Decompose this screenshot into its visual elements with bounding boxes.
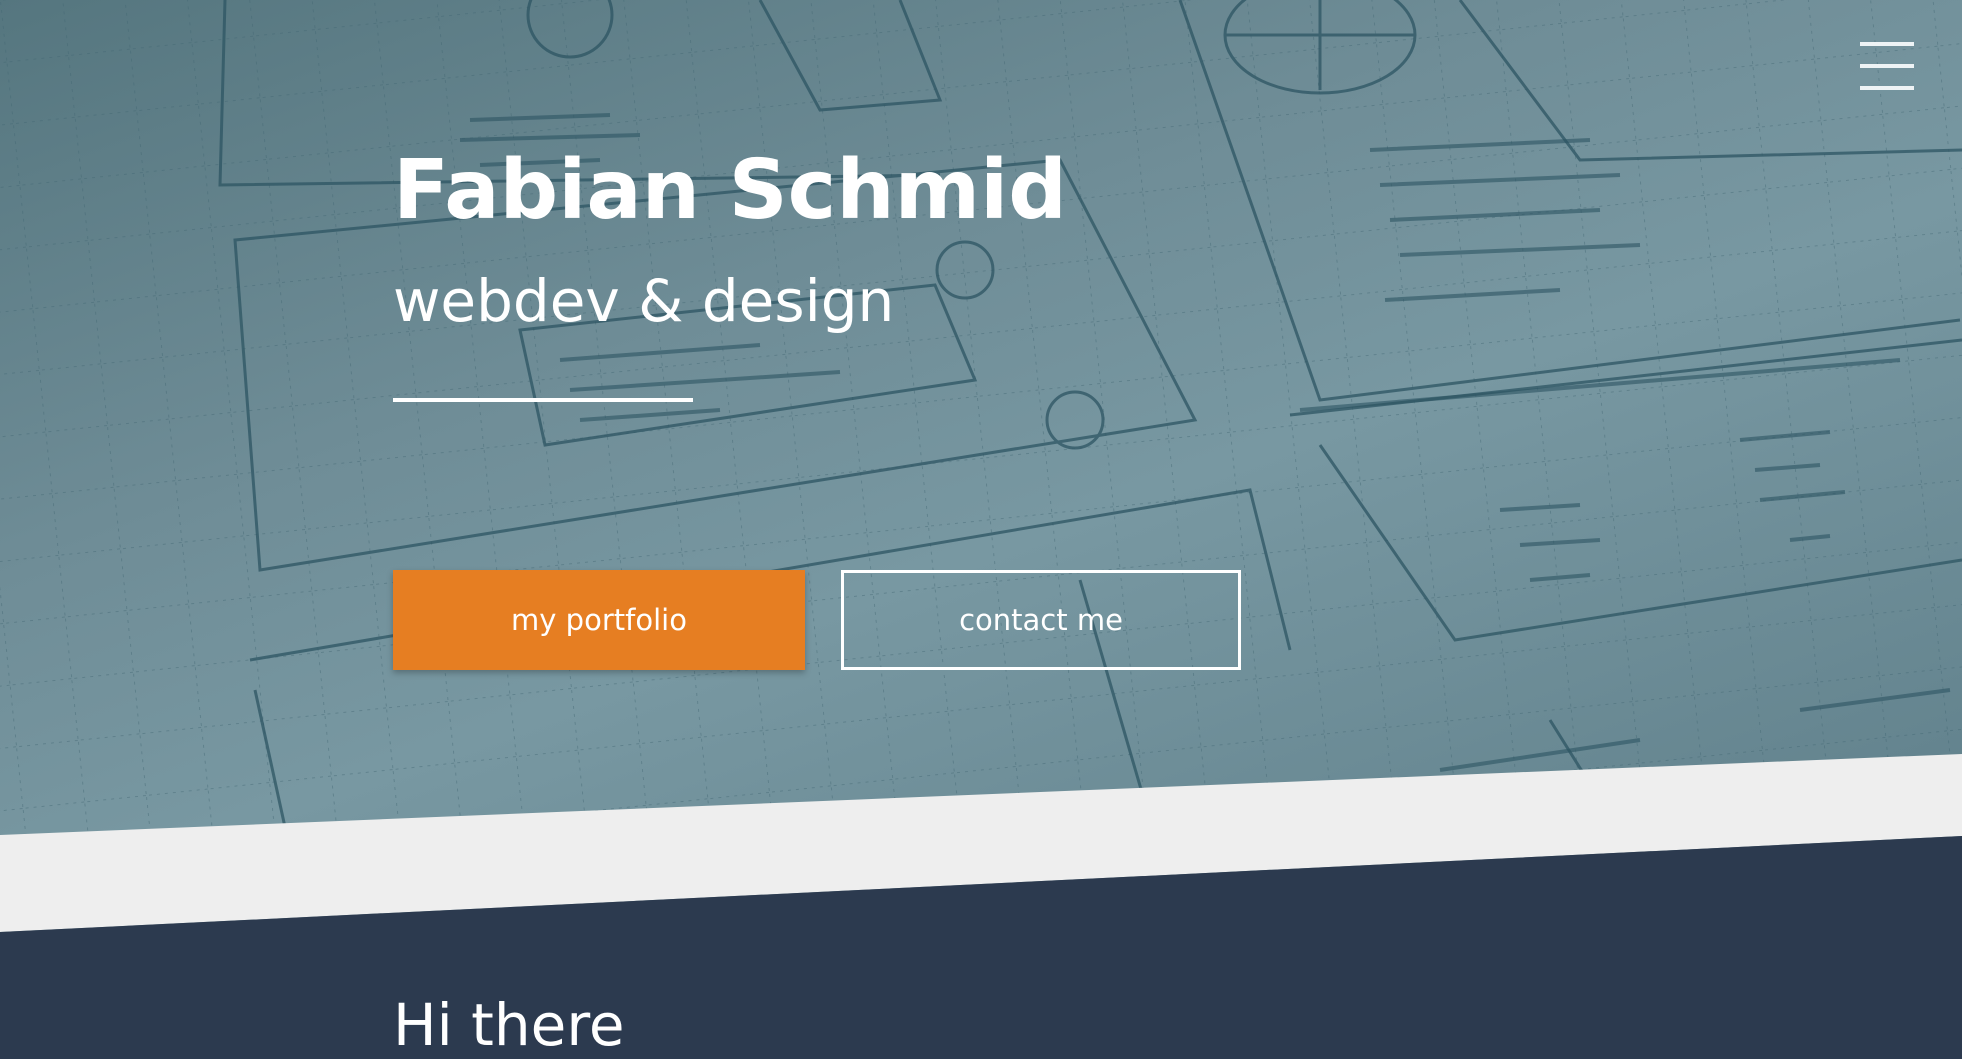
contact-me-button[interactable]: contact me [841,570,1241,670]
hamburger-menu-icon[interactable] [1858,38,1916,98]
section-divider-band [0,754,1962,960]
menu-bar-bottom [1860,86,1914,90]
menu-bar-middle [1860,64,1914,68]
my-portfolio-button[interactable]: my portfolio [393,570,805,670]
about-heading: Hi there [393,991,625,1059]
hero-divider-line [393,398,693,402]
hero-title: Fabian Schmid [393,143,1067,238]
hero-subtitle: webdev & design [393,267,895,335]
menu-bar-top [1860,42,1914,46]
